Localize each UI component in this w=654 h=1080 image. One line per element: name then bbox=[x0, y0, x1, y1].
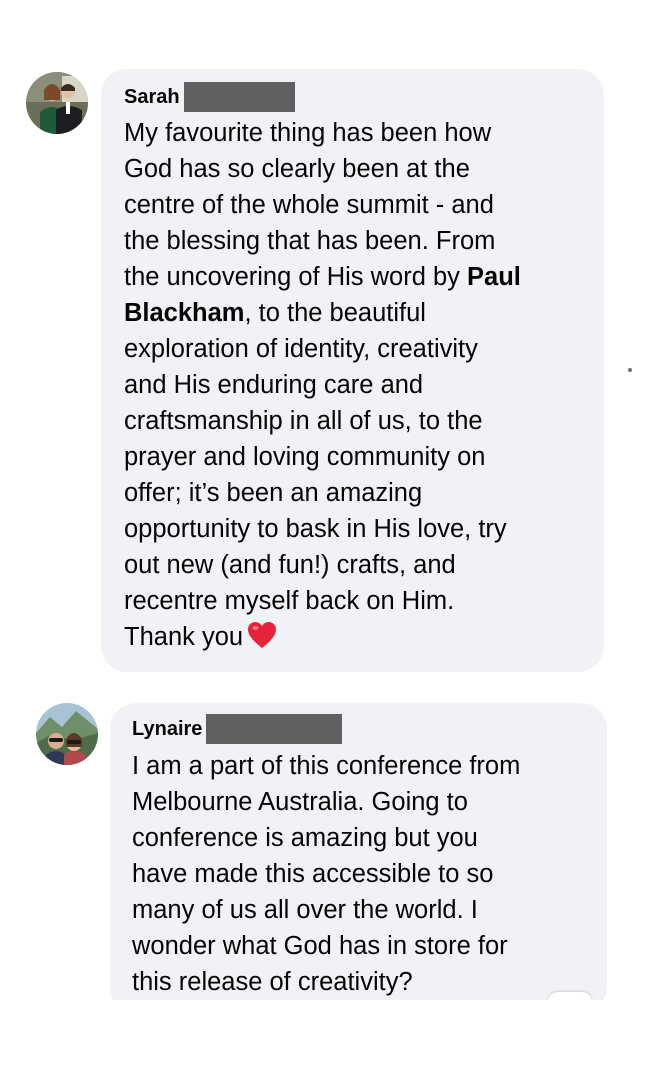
crop-area bbox=[0, 1000, 654, 1080]
redacted-surname bbox=[183, 82, 295, 112]
profile-photo-icon bbox=[26, 72, 88, 134]
avatar[interactable] bbox=[26, 72, 88, 134]
profile-photo-icon bbox=[36, 703, 98, 765]
comment-body: I am a part of this conference from Melb… bbox=[132, 752, 521, 996]
decorative-dot bbox=[628, 368, 632, 372]
comment-author-name[interactable]: Sarah bbox=[124, 86, 180, 109]
comment-bubble: Lynaire I am a part of this conference f… bbox=[110, 703, 607, 1013]
mention-link[interactable]: Blackham bbox=[124, 299, 244, 327]
avatar[interactable] bbox=[36, 703, 98, 765]
comment-body: My favourite thing has been how God has … bbox=[124, 115, 584, 659]
comment-author-name[interactable]: Lynaire bbox=[132, 718, 202, 741]
mention-link[interactable]: Paul bbox=[467, 263, 521, 291]
comment-bubble: Sarah My favourite thing has been how Go… bbox=[101, 69, 604, 672]
redacted-surname bbox=[206, 714, 343, 744]
heart-icon bbox=[247, 621, 277, 659]
